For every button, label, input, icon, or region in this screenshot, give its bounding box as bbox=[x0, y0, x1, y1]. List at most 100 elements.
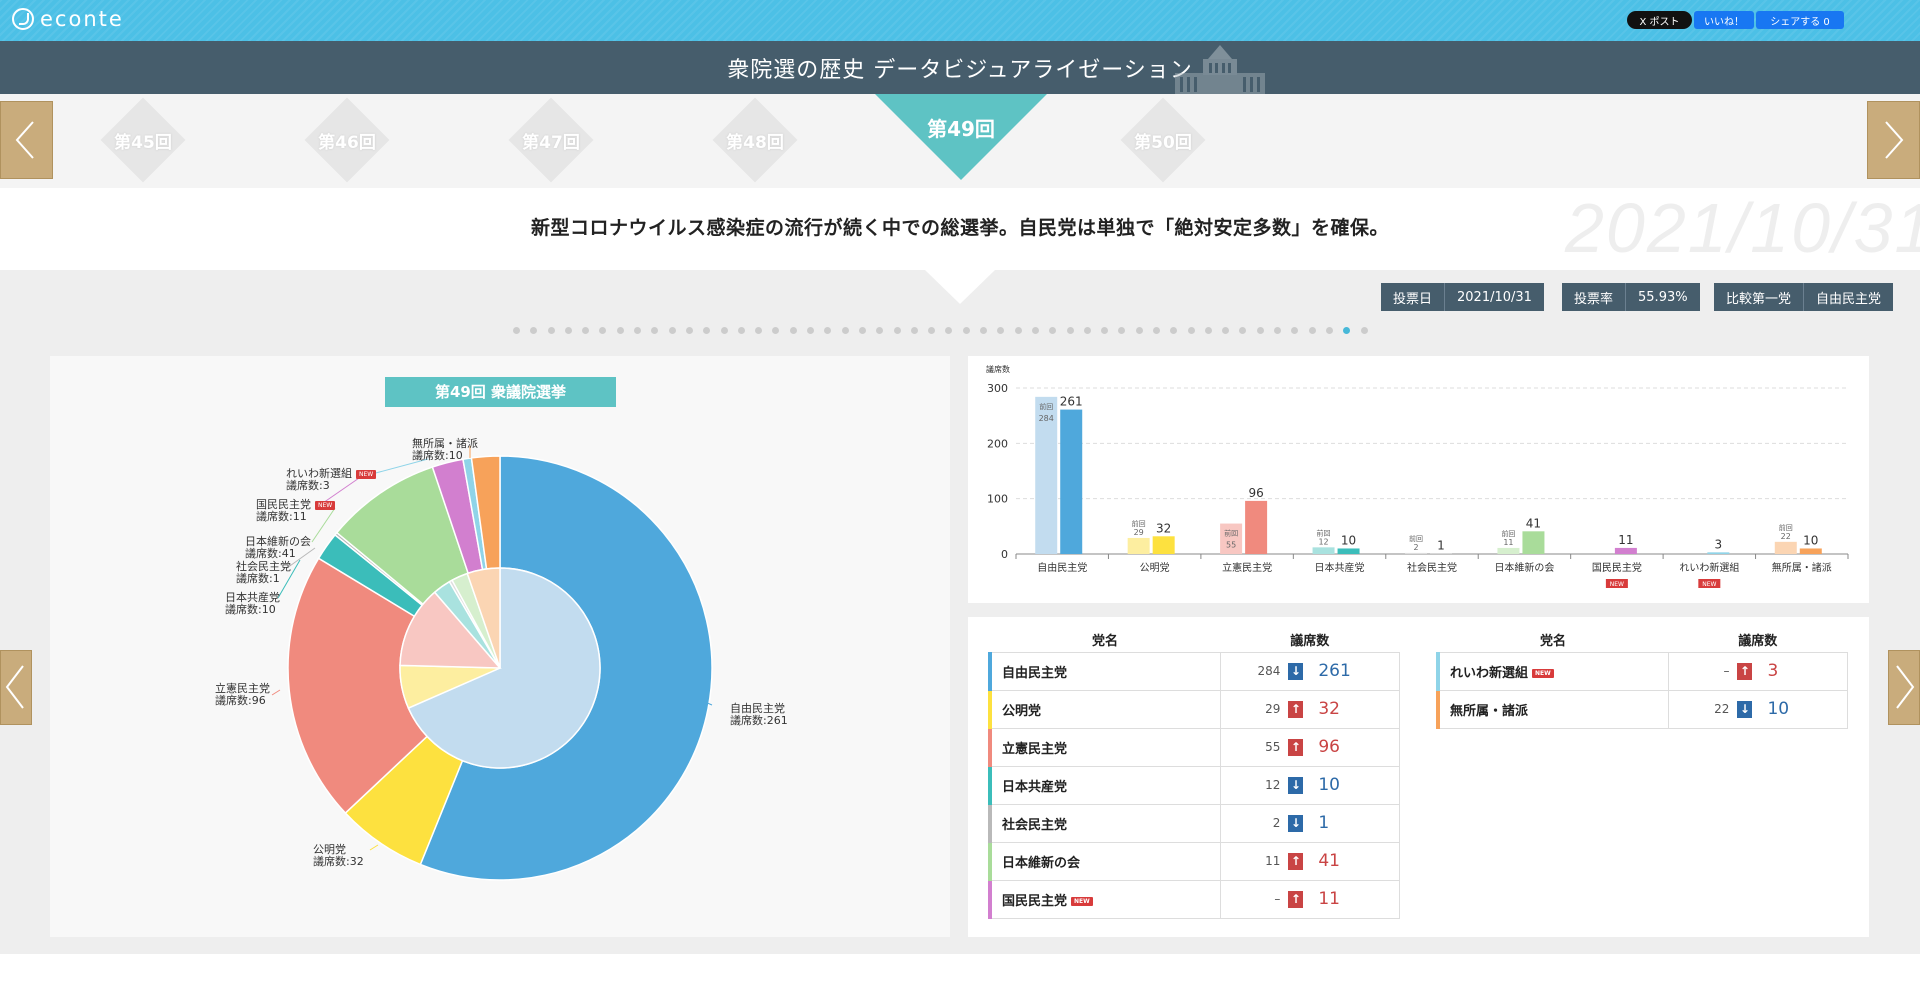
nav-item-label[interactable]: 第46回 bbox=[297, 128, 397, 153]
previous-seats: 29 bbox=[1219, 689, 1289, 729]
timeline-dot[interactable] bbox=[910, 327, 918, 334]
party-name: 自由民主党 bbox=[988, 651, 1220, 691]
timeline-dot[interactable] bbox=[564, 327, 572, 334]
bar-current[interactable] bbox=[1707, 552, 1730, 554]
bar-prev-caption: 前回 bbox=[1779, 523, 1793, 532]
bar-value-label: 11 bbox=[1618, 533, 1633, 547]
timeline-dot[interactable] bbox=[582, 327, 590, 334]
side-next-button[interactable] bbox=[1888, 650, 1920, 725]
timeline-dot[interactable] bbox=[547, 327, 555, 334]
timeline-dot[interactable] bbox=[1152, 327, 1160, 334]
timeline-dot[interactable] bbox=[634, 327, 642, 334]
timeline-dot[interactable] bbox=[980, 327, 988, 334]
x-tick-label: 日本共産党 bbox=[1315, 561, 1365, 574]
bar-previous[interactable] bbox=[1405, 552, 1427, 554]
bar-current[interactable] bbox=[1522, 531, 1545, 554]
timeline-dot[interactable] bbox=[1187, 327, 1195, 334]
headline-section: 2021/10/31 新型コロナウイルス感染症の流行が続く中での総選挙。自民党は… bbox=[0, 188, 1920, 270]
timeline-dot[interactable] bbox=[928, 327, 936, 334]
econte-logo[interactable]: econte bbox=[12, 7, 124, 31]
bar-current[interactable] bbox=[1337, 548, 1360, 554]
current-seats: 96 bbox=[1310, 727, 1401, 767]
timeline-dot[interactable] bbox=[876, 327, 884, 334]
bar-current[interactable] bbox=[1430, 553, 1452, 554]
timeline-dot[interactable] bbox=[1031, 327, 1039, 334]
timeline-dot[interactable] bbox=[1239, 327, 1247, 334]
bar-prev-caption: 前回 bbox=[1224, 529, 1238, 538]
timeline-dot[interactable] bbox=[841, 327, 849, 334]
nav-prev-button[interactable] bbox=[0, 101, 53, 179]
timeline-dot[interactable] bbox=[893, 327, 901, 334]
compare-label: 比較第一党 bbox=[1726, 291, 1792, 307]
share-button[interactable]: シェアする 0 bbox=[1756, 11, 1844, 29]
timeline-dot[interactable] bbox=[1049, 327, 1057, 334]
page-title: 衆院選の歴史 データビジュアライゼーション bbox=[727, 58, 1193, 83]
bar-previous[interactable] bbox=[1312, 547, 1335, 554]
timeline-dot[interactable] bbox=[1360, 327, 1368, 334]
timeline-dot[interactable] bbox=[1170, 327, 1178, 334]
timeline-dot[interactable] bbox=[720, 327, 728, 334]
timeline-dot[interactable] bbox=[772, 327, 780, 334]
timeline-dot[interactable] bbox=[824, 327, 832, 334]
nav-item-label[interactable]: 第50回 bbox=[1113, 128, 1213, 153]
diet-building-icon bbox=[1175, 45, 1265, 94]
timeline-dot[interactable] bbox=[1291, 327, 1299, 334]
nav-item-label[interactable]: 第45回 bbox=[93, 128, 193, 153]
vote-day-label: 投票日 bbox=[1393, 291, 1433, 307]
timeline-dot[interactable] bbox=[1014, 327, 1022, 334]
timeline-dot[interactable] bbox=[616, 327, 624, 334]
timeline-dot[interactable] bbox=[737, 327, 745, 334]
seat-table-card: 党名 議席数 自由民主党 284 ↓ 261 公明党 29 ↑ 32 立憲民主党 55 ↑ 96 日本共産党… bbox=[968, 617, 1869, 937]
timeline-dot[interactable] bbox=[513, 327, 520, 334]
bar-previous[interactable] bbox=[1127, 537, 1150, 554]
party-name: 公明党 bbox=[988, 689, 1220, 729]
y-tick-label: 300 bbox=[987, 382, 1008, 395]
timeline-dot[interactable] bbox=[858, 327, 866, 334]
nav-active-label[interactable]: 第49回 bbox=[875, 113, 1047, 142]
timeline-dot[interactable] bbox=[1325, 327, 1333, 334]
bar-previous[interactable] bbox=[1497, 547, 1520, 554]
timeline-dot[interactable] bbox=[1274, 327, 1282, 334]
timeline-dot[interactable] bbox=[1308, 327, 1316, 334]
timeline-dot[interactable] bbox=[668, 327, 676, 334]
timeline-dot[interactable] bbox=[703, 327, 711, 334]
bar-current[interactable] bbox=[1245, 500, 1268, 554]
table-row: 公明党 29 ↑ 32 bbox=[988, 689, 1401, 729]
timeline-dot[interactable] bbox=[651, 327, 659, 334]
pie-label: 自由民主党 議席数:261 bbox=[730, 702, 788, 727]
y-axis-title: 議席数 bbox=[986, 364, 1010, 374]
timeline-dot[interactable] bbox=[1083, 327, 1091, 334]
bar-previous[interactable] bbox=[1774, 541, 1797, 554]
timeline-dot[interactable] bbox=[807, 327, 815, 334]
nav-item-label[interactable]: 第48回 bbox=[705, 128, 805, 153]
bar-current[interactable] bbox=[1152, 536, 1175, 554]
timeline-dot[interactable] bbox=[1101, 327, 1109, 334]
timeline-dot[interactable] bbox=[1343, 327, 1351, 334]
timeline-dot[interactable] bbox=[1256, 327, 1264, 334]
bar-current[interactable] bbox=[1060, 409, 1083, 554]
previous-seats: 11 bbox=[1219, 841, 1289, 881]
nav-next-button[interactable] bbox=[1867, 101, 1920, 179]
side-prev-button[interactable] bbox=[0, 650, 32, 725]
timeline-dot[interactable] bbox=[755, 327, 763, 334]
timeline-dot[interactable] bbox=[945, 327, 953, 334]
timeline-dot[interactable] bbox=[1204, 327, 1212, 334]
bar-current[interactable] bbox=[1614, 547, 1637, 554]
timeline-dot[interactable] bbox=[599, 327, 607, 334]
nav-item-label[interactable]: 第47回 bbox=[501, 128, 601, 153]
y-tick-label: 0 bbox=[1001, 548, 1008, 561]
x-post-button[interactable]: X ポスト bbox=[1627, 11, 1692, 29]
timeline-dot[interactable] bbox=[1222, 327, 1230, 334]
bar-current[interactable] bbox=[1799, 548, 1822, 554]
timeline-dot[interactable] bbox=[962, 327, 970, 334]
timeline-dot[interactable] bbox=[1066, 327, 1074, 334]
timeline-dot[interactable] bbox=[685, 327, 693, 334]
vote-day-tag: 投票日 2021/10/31 bbox=[1381, 283, 1544, 311]
timeline-dot[interactable] bbox=[1135, 327, 1143, 334]
timeline-dot[interactable] bbox=[997, 327, 1005, 334]
like-button[interactable]: いいね！ bbox=[1694, 11, 1754, 29]
timeline-dot[interactable] bbox=[530, 327, 538, 334]
pie-label: 無所属・諸派 議席数:10 bbox=[412, 437, 478, 462]
timeline-dot[interactable] bbox=[1118, 327, 1126, 334]
timeline-dot[interactable] bbox=[789, 327, 797, 334]
